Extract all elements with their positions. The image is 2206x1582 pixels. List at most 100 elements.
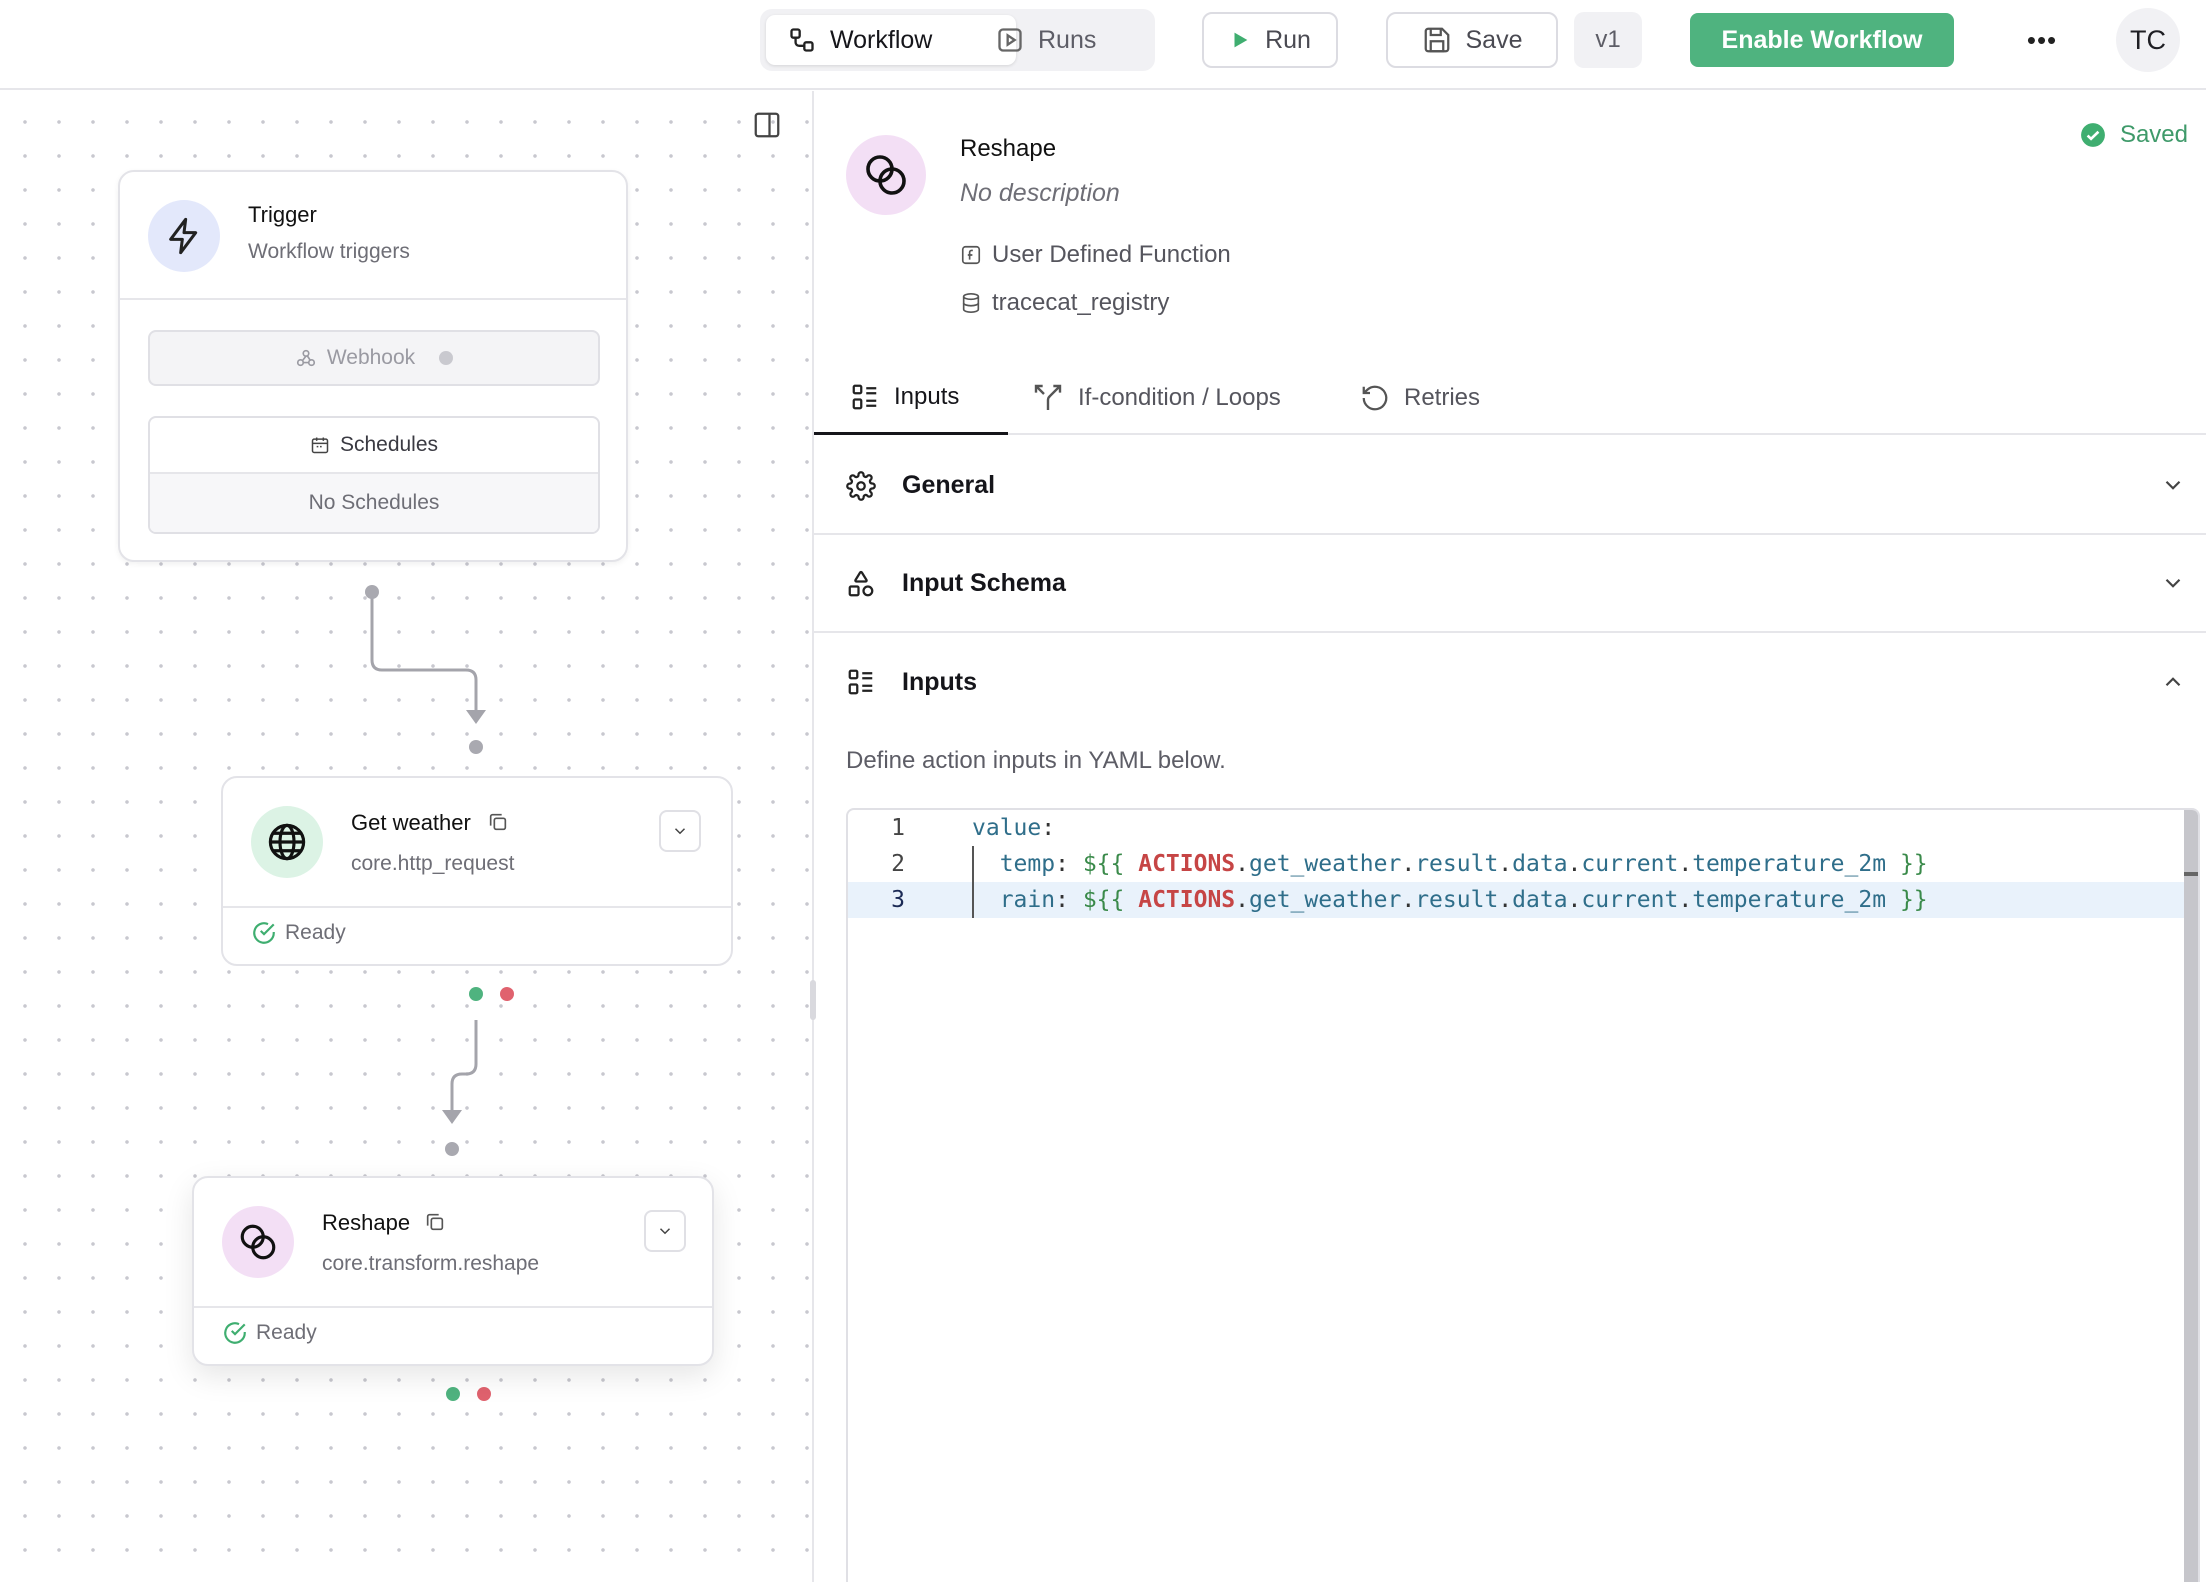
tab-workflow-label: Workflow [830, 25, 933, 54]
section-inputs-label: Inputs [902, 667, 977, 696]
schedules-panel[interactable]: Schedules No Schedules [148, 416, 600, 534]
code-text: value: [972, 815, 1056, 841]
enable-workflow-button[interactable]: Enable Workflow [1690, 13, 1954, 67]
reshape-error-handle[interactable] [477, 1387, 491, 1401]
tab-if-condition-loops[interactable]: If-condition / Loops [1032, 361, 1281, 435]
trigger-title: Trigger [248, 202, 317, 227]
chevron-down-icon [2165, 480, 2181, 490]
more-options-icon[interactable]: ••• [2020, 18, 2064, 62]
tab-retries[interactable]: Retries [1360, 361, 1480, 435]
tab-runs[interactable]: Runs [996, 15, 1146, 65]
tab-inputs[interactable]: Inputs [814, 361, 1008, 435]
weather-success-handle[interactable] [469, 987, 483, 1001]
rotate-ccw-icon [1362, 385, 1388, 411]
version-badge[interactable]: v1 [1574, 12, 1642, 68]
database-icon [962, 293, 980, 313]
section-general-label: General [902, 470, 996, 499]
node-separator [223, 906, 731, 908]
trigger-output-handle[interactable] [365, 585, 379, 599]
chevron-down-icon [2165, 578, 2181, 588]
play-icon [1234, 32, 1248, 48]
schedules-header[interactable]: Schedules [150, 418, 598, 474]
trigger-subtitle: Workflow triggers [248, 240, 410, 263]
view-switcher: Workflow Runs [760, 9, 1155, 71]
chevron-up-icon [2165, 677, 2181, 687]
expand-node-button[interactable] [644, 1210, 686, 1252]
copy-icon[interactable] [424, 1211, 446, 1233]
save-icon [1424, 27, 1449, 53]
section-input-schema[interactable]: Input Schema [814, 535, 2206, 633]
inputs-help-text: Define action inputs in YAML below. [846, 747, 1226, 774]
trigger-icon-circle [148, 200, 220, 272]
reshape-success-handle[interactable] [446, 1387, 460, 1401]
webhook-status-dot [439, 351, 454, 365]
saved-status: Saved [2080, 121, 2188, 149]
reshape-icon [866, 155, 906, 195]
reshape-input-handle[interactable] [445, 1142, 459, 1156]
split-icon [1034, 384, 1062, 410]
indent-guide [972, 846, 974, 918]
avatar[interactable]: TC [2116, 8, 2180, 72]
weather-error-handle[interactable] [500, 987, 514, 1001]
reshape-icon-circle [222, 1206, 294, 1278]
saved-label: Saved [2119, 121, 2188, 148]
section-inputs[interactable]: Inputs [814, 633, 2206, 731]
action-detail-panel: Saved Reshape No description User Define… [814, 91, 2206, 1582]
status-badge: Ready [251, 920, 346, 946]
list-icon [848, 669, 873, 695]
status-label: Ready [285, 921, 346, 944]
schedules-label: Schedules [339, 433, 439, 456]
reshape-icon [240, 1224, 276, 1260]
play-square-icon [998, 28, 1022, 52]
action-description[interactable]: No description [960, 179, 1120, 208]
section-general[interactable]: General [814, 437, 2206, 535]
calendar-icon [311, 437, 329, 454]
webhook-button[interactable]: Webhook [148, 330, 600, 386]
node-separator [120, 298, 626, 300]
section-input-schema-label: Input Schema [902, 568, 1066, 597]
check-circle-icon [224, 1322, 246, 1344]
action-type-label: User Defined Function [992, 241, 1231, 268]
list-icon [852, 384, 877, 409]
chevron-down-icon [659, 1228, 671, 1235]
tab-retries-label: Retries [1404, 384, 1481, 411]
webhook-label: Webhook [326, 346, 416, 369]
line-number: 1 [891, 815, 905, 841]
weather-icon-circle [251, 806, 323, 878]
action-node-reshape[interactable]: Reshape core.transform.reshape Ready [192, 1176, 714, 1366]
node-separator [194, 1306, 712, 1308]
action-type: User Defined Function [960, 241, 1231, 269]
lightning-icon [169, 217, 198, 255]
reshape-subtitle: core.transform.reshape [322, 1252, 540, 1275]
webhook-icon [296, 349, 315, 367]
code-text: temp: ${{ ACTIONS.get_weather.result.dat… [999, 851, 1928, 877]
action-title: Reshape [960, 135, 1057, 162]
editor-scrollbar[interactable] [2184, 810, 2198, 1582]
line-number: 2 [891, 851, 905, 877]
tab-runs-label: Runs [1038, 25, 1097, 54]
action-node-get-weather[interactable]: Get weather core.http_request Ready [221, 776, 733, 966]
save-button[interactable]: Save [1386, 12, 1558, 68]
code-text: rain: ${{ ACTIONS.get_weather.result.dat… [999, 887, 1928, 913]
reshape-title: Reshape [322, 1210, 411, 1235]
check-filled-icon [2081, 123, 2105, 147]
shapes-icon [848, 570, 874, 597]
gear-icon [846, 471, 876, 501]
code-line[interactable]: 1 value: [848, 810, 2186, 846]
chevron-down-icon [674, 828, 686, 835]
code-line-active[interactable]: 3 rain: ${{ ACTIONS.get_weather.result.d… [848, 882, 2186, 918]
globe-icon [268, 823, 306, 861]
weather-title: Get weather [351, 810, 471, 835]
weather-input-handle[interactable] [469, 740, 483, 754]
expand-node-button[interactable] [659, 810, 701, 852]
detail-tabs: Inputs If-condition / Loops Retries [814, 361, 2206, 435]
code-line[interactable]: 2 temp: ${{ ACTIONS.get_weather.result.d… [848, 846, 2186, 882]
tab-inputs-label: Inputs [894, 382, 960, 410]
trigger-node[interactable]: Trigger Workflow triggers Webhook Schedu… [118, 170, 628, 562]
copy-icon[interactable] [487, 811, 509, 833]
run-button[interactable]: Run [1202, 12, 1338, 68]
schedules-empty-text: No Schedules [150, 474, 598, 532]
yaml-editor[interactable]: 1 value: 2 temp: ${{ ACTIONS.get_weather… [846, 808, 2200, 1582]
line-number: 3 [891, 887, 905, 913]
action-icon-circle [846, 135, 926, 215]
